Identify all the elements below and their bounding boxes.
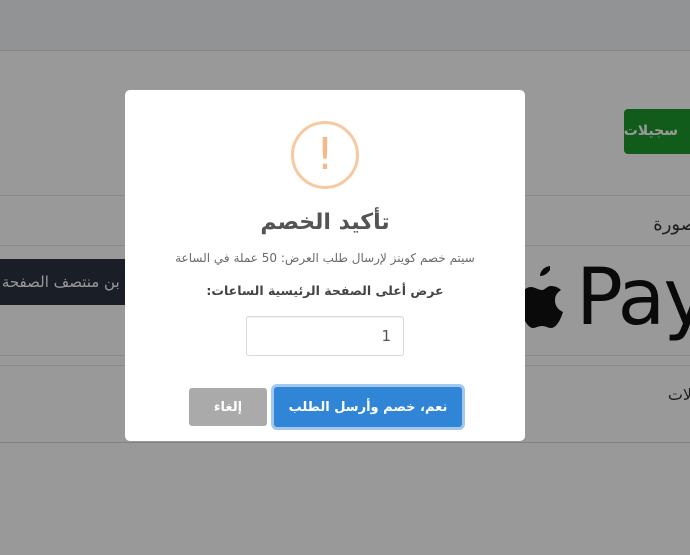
hours-label: عرض أعلى الصفحة الرئيسية الساعات:: [206, 283, 444, 298]
cancel-button[interactable]: إلغاء: [189, 388, 267, 426]
hours-input[interactable]: [246, 316, 404, 356]
confirm-button[interactable]: نعم، خصم وأرسل الطلب: [274, 387, 462, 427]
dialog-message: سيتم خصم كوينز لإرسال طلب العرض: 50 عملة…: [175, 251, 475, 265]
dialog-title: تأكيد الخصم: [260, 210, 390, 235]
confirm-discount-dialog: ! تأكيد الخصم سيتم خصم كوينز لإرسال طلب …: [125, 90, 525, 441]
warning-icon: !: [291, 121, 359, 189]
